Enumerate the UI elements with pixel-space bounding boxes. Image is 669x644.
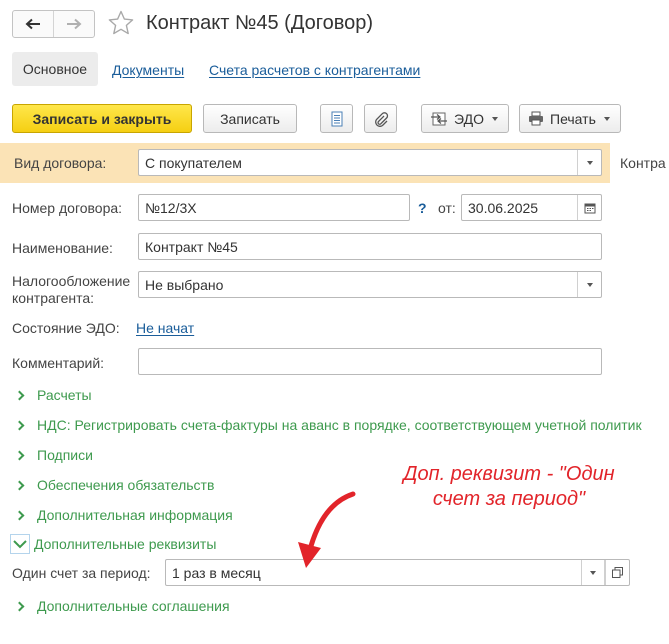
dropdown-button[interactable] (577, 272, 601, 297)
taxation-value: Не выбрано (145, 276, 224, 293)
chevron-down-icon (590, 570, 596, 575)
chevron-right-icon (14, 601, 25, 611)
comment-label: Комментарий: (12, 355, 105, 371)
name-input[interactable]: Контракт №45 (138, 233, 602, 260)
counterparty-label: Контра (620, 155, 666, 171)
taxation-select[interactable]: Не выбрано (138, 271, 602, 298)
section-additional-attributes[interactable]: Дополнительные реквизиты (10, 534, 216, 554)
arrow-left-icon (25, 18, 40, 30)
contract-type-label: Вид договора: (14, 155, 107, 171)
comment-input[interactable] (138, 348, 602, 375)
document-list-icon (331, 111, 342, 126)
calendar-icon (584, 203, 595, 213)
chevron-right-icon (14, 480, 25, 490)
annotation-line1: Доп. реквизит - "Один (403, 463, 615, 485)
edo-exchange-icon (431, 112, 447, 125)
section-signatures[interactable]: Подписи (14, 447, 93, 463)
chevron-right-icon (14, 510, 25, 520)
taxation-label-line2: контрагента: (12, 290, 95, 306)
annotation-line2: счет за период" (432, 488, 586, 510)
chevron-down-icon (491, 116, 498, 121)
date-value: 30.06.2025 (468, 199, 539, 216)
section-additional-info[interactable]: Дополнительная информация (14, 507, 233, 523)
chevron-right-icon (14, 420, 25, 430)
section-label: Обеспечения обязательств (37, 477, 215, 493)
annotation-arrow-icon (298, 491, 356, 568)
star-icon (108, 10, 134, 35)
tab-main[interactable]: Основное (12, 52, 98, 86)
section-additional-agreements[interactable]: Дополнительные соглашения (14, 598, 230, 614)
save-button[interactable]: Записать (203, 104, 297, 133)
annotation-callout: Доп. реквизит - "Один счет за период" (368, 462, 650, 512)
contract-number-label: Номер договора: (12, 200, 123, 216)
one-invoice-label: Один счет за период: (12, 565, 151, 581)
chevron-right-icon (14, 450, 25, 460)
taxation-label-line1: Налогообложение (12, 273, 131, 289)
edo-state-link[interactable]: Не начат (136, 320, 194, 336)
open-button[interactable] (605, 560, 629, 585)
chevron-down-icon (603, 116, 610, 121)
section-label: НДС: Регистрировать счета-фактуры на ава… (37, 417, 642, 433)
favorite-button[interactable] (107, 9, 135, 40)
nav-button-group (12, 10, 95, 38)
section-label: Дополнительная информация (37, 507, 233, 523)
help-button[interactable]: ? (418, 200, 427, 216)
contract-number-input[interactable]: №12/3Х (138, 194, 410, 221)
section-label: Дополнительные реквизиты (34, 536, 217, 552)
date-label: от: (438, 200, 456, 216)
tab-settlement-accounts[interactable]: Счета расчетов с контрагентами (209, 62, 420, 78)
edo-state-label: Состояние ЭДО: (12, 320, 120, 336)
section-label: Расчеты (37, 387, 92, 403)
forward-button[interactable] (53, 11, 94, 37)
date-input[interactable]: 30.06.2025 (461, 194, 602, 221)
dropdown-button[interactable] (577, 150, 601, 175)
section-guarantees[interactable]: Обеспечения обязательств (14, 477, 214, 493)
arrow-right-icon (67, 18, 82, 30)
taxation-label: Налогообложение контрагента: (12, 273, 130, 307)
page-title: Контракт №45 (Договор) (146, 12, 374, 34)
attach-button[interactable] (364, 104, 397, 133)
chevron-right-icon (14, 390, 25, 400)
print-label: Печать (550, 110, 596, 127)
section-label: Дополнительные соглашения (37, 598, 230, 614)
tab-documents[interactable]: Документы (112, 62, 184, 78)
contract-type-select[interactable]: С покупателем (138, 149, 602, 176)
report-button[interactable] (320, 104, 353, 133)
section-settlements[interactable]: Расчеты (14, 387, 92, 403)
back-button[interactable] (13, 11, 53, 37)
paperclip-icon (374, 111, 388, 127)
chevron-down-icon (586, 282, 593, 287)
print-menu-button[interactable]: Печать (519, 104, 621, 133)
edo-menu-button[interactable]: ЭДО (421, 104, 509, 133)
edo-label: ЭДО (454, 110, 484, 127)
open-window-icon (612, 567, 623, 578)
dropdown-button[interactable] (581, 560, 605, 585)
section-label: Подписи (37, 447, 93, 463)
contract-type-value: С покупателем (145, 154, 242, 171)
chevron-down-icon (10, 534, 30, 554)
name-label: Наименование: (12, 240, 113, 256)
chevron-down-icon (586, 160, 593, 165)
one-invoice-select[interactable]: 1 раз в месяц (165, 559, 630, 586)
save-and-close-button[interactable]: Записать и закрыть (12, 104, 192, 133)
printer-icon (529, 111, 543, 126)
calendar-button[interactable] (577, 195, 601, 220)
section-vat[interactable]: НДС: Регистрировать счета-фактуры на ава… (14, 417, 642, 433)
one-invoice-value: 1 раз в месяц (172, 564, 261, 581)
